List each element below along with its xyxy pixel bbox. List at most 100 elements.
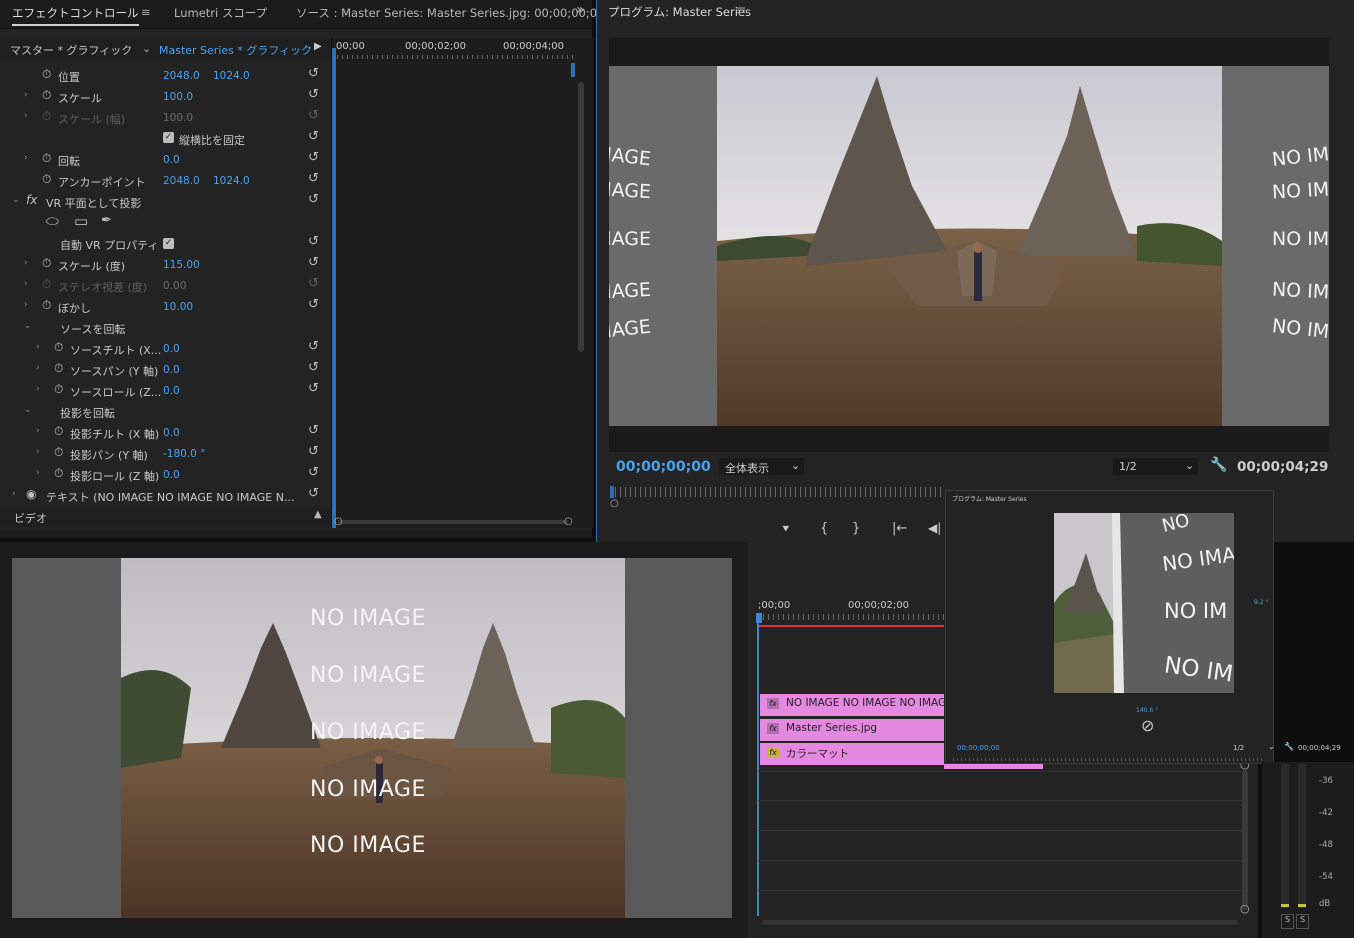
stopwatch-icon[interactable]: ⏱ — [54, 361, 63, 376]
panel-overflow-icon[interactable]: » — [576, 2, 585, 18]
auto-vr-checkbox[interactable]: ✓ — [163, 238, 174, 249]
tab-source[interactable]: ソース : Master Series: Master Series.jpg: … — [296, 5, 604, 21]
play-only-clip-icon[interactable]: ▶ — [314, 41, 322, 52]
program-current-timecode[interactable]: 00;00;00;00 — [616, 459, 711, 475]
scroll-handle-icon[interactable]: ○ — [1240, 902, 1250, 915]
twirl-arrow-icon[interactable]: › — [24, 111, 28, 121]
reset-icon[interactable]: ↺ — [308, 108, 319, 123]
timeline-playhead-head[interactable] — [756, 613, 762, 623]
stopwatch-icon[interactable]: ⏱ — [42, 298, 51, 313]
stopwatch-icon[interactable]: ⏱ — [42, 109, 51, 124]
go-to-in-icon[interactable]: |← — [892, 521, 907, 536]
fx-icon[interactable]: fx — [26, 193, 37, 207]
property-value[interactable]: 2048.0 — [163, 70, 200, 82]
effect-property-row[interactable]: › ⏱ スケール 100.0 ↺ — [0, 86, 330, 107]
reset-icon[interactable]: ↺ — [308, 297, 319, 312]
solo-right-button[interactable]: S — [1296, 914, 1309, 929]
program-monitor-title[interactable]: プログラム: Master Series — [608, 4, 751, 20]
zoom-handle-icon[interactable]: ○ — [610, 498, 619, 509]
wrench-icon[interactable]: 🔧 — [1210, 457, 1227, 473]
reset-icon[interactable]: ↺ — [308, 192, 319, 207]
effect-property-row[interactable]: › ⏱ スケール (幅) 100.0 ↺ — [0, 107, 330, 128]
stopwatch-icon[interactable]: ⏱ — [54, 382, 63, 397]
tab-effect-controls[interactable]: エフェクトコントロール — [12, 5, 139, 26]
effect-property-row[interactable]: ✓ 縦横比を固定 ↺ — [0, 128, 330, 149]
stopwatch-icon[interactable]: ⏱ — [42, 277, 51, 292]
property-value[interactable]: 100.0 — [163, 112, 193, 124]
stopwatch-icon[interactable]: ⏱ — [54, 466, 63, 481]
clip-text-graphic[interactable]: fx NO IMAGE NO IMAGE NO IMAGE — [760, 694, 953, 716]
reset-icon[interactable]: ↺ — [308, 129, 319, 144]
twirl-arrow-icon[interactable]: › — [36, 363, 40, 373]
twirl-arrow-icon[interactable]: › — [12, 489, 16, 499]
property-value[interactable]: 0.0 — [163, 427, 180, 439]
zoom-select[interactable]: 全体表示 ⌄ — [719, 458, 804, 475]
reset-icon[interactable]: ↺ — [308, 150, 319, 165]
reset-icon[interactable]: ↺ — [308, 171, 319, 186]
chevron-down-icon[interactable]: ⌄ — [1268, 742, 1275, 751]
stopwatch-icon[interactable]: ⏱ — [42, 151, 51, 166]
effect-property-row[interactable]: › ⏱ 回転 0.0 ↺ — [0, 149, 330, 170]
stopwatch-icon[interactable]: ⏱ — [54, 424, 63, 439]
clip-master-series[interactable]: fx Master Series.jpg — [760, 719, 944, 741]
timeline-h-scrollbar[interactable] — [762, 920, 1238, 925]
clip-color-matte[interactable]: fx カラーマット — [760, 743, 944, 765]
tab-lumetri-scopes[interactable]: Lumetri スコープ — [174, 5, 267, 21]
timeline-playhead[interactable] — [757, 614, 759, 916]
property-value[interactable]: 0.0 — [163, 364, 180, 376]
property-value[interactable]: 10.00 — [163, 301, 193, 313]
vertical-scrollbar[interactable] — [578, 82, 584, 352]
stopwatch-icon[interactable]: ⏱ — [54, 445, 63, 460]
effect-property-row[interactable]: › ⏱ ステレオ視差 (度) 0.00 ↺ — [0, 275, 330, 296]
step-back-icon[interactable]: ◀| — [928, 521, 941, 535]
effect-property-row[interactable]: ⌄ ソースを回転 — [0, 317, 330, 338]
twirl-arrow-icon[interactable]: › — [36, 426, 40, 436]
effect-property-row[interactable]: › ⏱ スケール (度) 115.00 ↺ — [0, 254, 330, 275]
timeline-ruler[interactable] — [758, 614, 944, 620]
reset-icon[interactable]: ↺ — [308, 423, 319, 438]
stopwatch-icon[interactable]: ⏱ — [42, 256, 51, 271]
horizontal-scrollbar[interactable] — [338, 520, 568, 524]
eye-icon[interactable]: ◉ — [26, 487, 36, 501]
effect-property-row[interactable]: ⏱ 位置 2048.0 1024.0 ↺ — [0, 65, 330, 86]
property-value[interactable]: 0.0 — [163, 343, 180, 355]
property-value[interactable]: 2048.0 — [163, 175, 200, 187]
uniform-scale-checkbox[interactable]: ✓ — [163, 132, 174, 143]
property-value[interactable]: 0.0 — [163, 385, 180, 397]
sequence-clip-label[interactable]: Master Series * グラフィック — [159, 42, 312, 58]
scroll-handle-left-icon[interactable]: ○ — [334, 516, 343, 527]
mini-resolution-value[interactable]: 1/2 — [1233, 744, 1244, 752]
mark-out-icon[interactable]: } — [852, 521, 860, 536]
property-value-2[interactable]: 1024.0 — [213, 70, 250, 82]
reset-icon[interactable]: ↺ — [308, 465, 319, 480]
effect-property-row[interactable]: › ⏱ ソースチルト (X... 0.0 ↺ — [0, 338, 330, 359]
tab-menu-icon[interactable]: ≡ — [141, 5, 151, 19]
chevron-down-icon[interactable]: ⌄ — [142, 42, 151, 55]
reset-icon[interactable]: ↺ — [308, 255, 319, 270]
property-value-2[interactable]: 1024.0 — [213, 175, 250, 187]
twirl-arrow-icon[interactable]: › — [24, 300, 28, 310]
property-value[interactable]: 0.00 — [163, 280, 186, 292]
effect-property-row[interactable]: › ⏱ 投影パン (Y 軸) -180.0 ° ↺ — [0, 443, 330, 464]
solo-left-button[interactable]: S — [1281, 914, 1294, 929]
effect-property-row[interactable]: ⬭ ▭ ✒ — [0, 212, 330, 233]
twirl-arrow-icon[interactable]: › — [24, 153, 28, 163]
playhead[interactable] — [332, 48, 336, 528]
effect-property-row[interactable]: › ◉ テキスト (NO IMAGE NO IMAGE NO IMAGE N... ↺ — [0, 485, 330, 506]
resolution-select[interactable]: 1/2 ⌄ — [1113, 458, 1198, 475]
twirl-arrow-icon[interactable]: › — [24, 279, 28, 289]
scroll-handle-right-icon[interactable]: ○ — [564, 516, 573, 527]
program-menu-icon[interactable]: ≡ — [736, 3, 746, 17]
reset-icon[interactable]: ↺ — [308, 360, 319, 375]
wrench-icon[interactable]: 🔧 — [1284, 742, 1294, 751]
stopwatch-icon[interactable]: ⏱ — [54, 340, 63, 355]
effect-property-row[interactable]: ⌄ 投影を回転 — [0, 401, 330, 422]
stopwatch-icon[interactable]: ⏱ — [42, 172, 51, 187]
property-value[interactable]: -180.0 ° — [163, 448, 205, 460]
twirl-arrow-icon[interactable]: › — [36, 342, 40, 352]
stopwatch-icon[interactable]: ⏱ — [42, 88, 51, 103]
twirl-arrow-icon[interactable]: › — [24, 90, 28, 100]
program-playhead[interactable] — [610, 486, 614, 498]
twirl-arrow-icon[interactable]: ⌄ — [12, 195, 20, 205]
twirl-arrow-icon[interactable]: › — [24, 258, 28, 268]
